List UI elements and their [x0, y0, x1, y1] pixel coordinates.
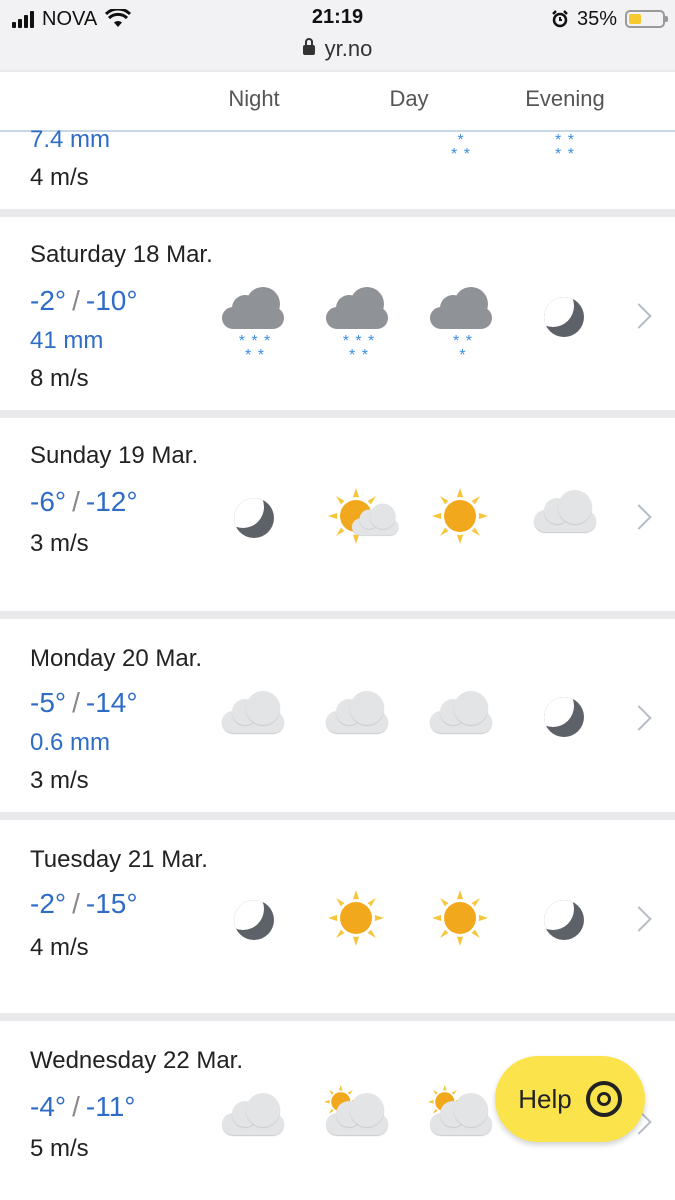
moon-icon	[544, 697, 584, 737]
sun-icon	[432, 488, 502, 552]
forecast-card[interactable]: Monday 20 Mar. -5° / -14° 0.6 mm 3 m/s	[0, 619, 675, 812]
column-night: Night	[228, 86, 280, 111]
chevron-right-icon[interactable]	[626, 504, 652, 530]
moon-icon	[234, 498, 274, 538]
cloud-icon	[532, 490, 602, 560]
address-bar[interactable]: yr.no	[0, 36, 675, 62]
sun-icon	[432, 890, 502, 954]
light-snow-cloud-icon: * * *	[428, 287, 498, 364]
precipitation: 0.6 mm	[30, 729, 111, 756]
temperature-range: -5° / -14°	[30, 687, 138, 718]
lifebuoy-icon	[585, 1081, 622, 1117]
wind-speed: 4 m/s	[30, 164, 89, 191]
wind-speed: 3 m/s	[30, 530, 89, 557]
temp-min: -11°	[85, 1091, 136, 1122]
day-label: Monday 20 Mar.	[30, 645, 203, 672]
forecast-card-partial[interactable]: 7.4 mm 4 m/s * * * * * * *	[0, 126, 675, 209]
wind-speed: 8 m/s	[30, 365, 89, 392]
wind-speed: 3 m/s	[30, 767, 89, 794]
moon-icon	[544, 297, 584, 337]
precipitation: 7.4 mm	[30, 126, 111, 153]
temp-min: -15°	[85, 888, 138, 919]
day-label: Tuesday 21 Mar.	[30, 846, 208, 873]
moon-icon	[544, 900, 584, 940]
sun-icon	[328, 890, 398, 954]
day-label: Wednesday 22 Mar.	[30, 1047, 244, 1074]
moon-icon	[234, 900, 274, 940]
alarm-icon	[552, 10, 568, 28]
cloud-icon	[220, 1093, 290, 1163]
temp-max: -2°	[30, 285, 67, 316]
forecast-card[interactable]: Sunday 19 Mar. -6° / -12° 3 m/s	[0, 418, 675, 611]
snow-cloud-icon: * * * * *	[324, 287, 394, 364]
column-header: Night Day Evening	[0, 72, 675, 132]
sun-behind-cloud-icon	[428, 1085, 498, 1149]
temp-max: -2°	[30, 888, 67, 919]
column-day: Day	[389, 86, 429, 111]
cloud-icon	[220, 691, 290, 761]
precipitation: 41 mm	[30, 327, 104, 354]
temp-min: -10°	[85, 285, 138, 316]
temp-max: -4°	[30, 1091, 67, 1122]
snow-cloud-icon: * * * * *	[220, 287, 290, 364]
temperature-range: -4° / -11°	[30, 1091, 136, 1122]
help-label: Help	[518, 1083, 572, 1114]
url-text: yr.no	[324, 36, 373, 61]
lock-icon	[302, 38, 315, 55]
day-label: Saturday 18 Mar.	[30, 241, 213, 268]
wind-speed: 5 m/s	[30, 1135, 89, 1162]
column-evening: Evening	[525, 86, 605, 111]
status-right: 35%	[551, 6, 668, 32]
temperature-range: -2° / -10°	[30, 285, 138, 316]
light-snow-icon: * * *	[451, 132, 471, 163]
chevron-right-icon[interactable]	[626, 906, 652, 932]
temp-min: -14°	[85, 687, 138, 718]
battery-icon	[625, 10, 668, 28]
help-button[interactable]: Help	[495, 1056, 645, 1142]
chevron-right-icon[interactable]	[626, 303, 652, 329]
partly-cloudy-sun-icon	[328, 488, 399, 552]
temperature-range: -6° / -12°	[30, 486, 138, 517]
snow-icon: * * * *	[555, 132, 575, 163]
temp-min: -12°	[85, 486, 138, 517]
forecast-card[interactable]: Tuesday 21 Mar. -2° / -15° 4 m/s	[0, 820, 675, 1013]
temperature-range: -2° / -15°	[30, 888, 138, 919]
cloud-icon	[428, 691, 498, 761]
cloud-icon	[324, 691, 394, 761]
sun-behind-cloud-icon	[324, 1085, 394, 1149]
wind-speed: 4 m/s	[30, 934, 89, 961]
battery-percent: 35%	[576, 7, 617, 30]
temp-max: -6°	[30, 486, 67, 517]
forecast-card[interactable]: Saturday 18 Mar. -2° / -10° 41 mm 8 m/s * …	[0, 217, 675, 410]
temp-max: -5°	[30, 687, 67, 718]
status-bar: NOVA 21:19 35% yr.no	[0, 0, 675, 70]
chevron-right-icon[interactable]	[626, 705, 652, 731]
day-label: Sunday 19 Mar.	[30, 442, 199, 469]
